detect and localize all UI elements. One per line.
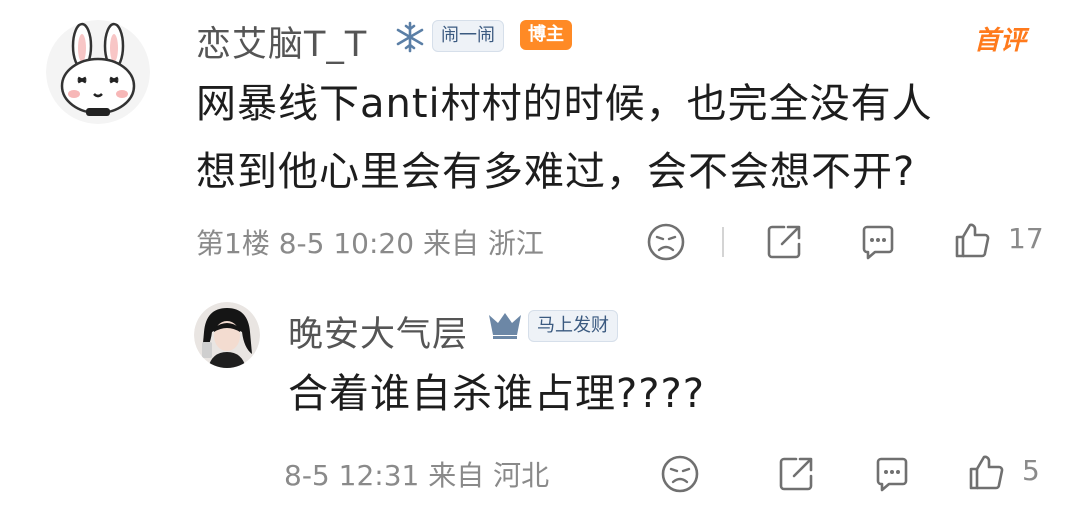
first-comment-label: 首评 xyxy=(974,26,1027,56)
timestamp: 8-5 10:20 xyxy=(278,227,415,260)
comment-line-1: 网暴线下anti村村的时候，也完全没有人 xyxy=(196,81,933,127)
location: 来自 浙江 xyxy=(422,227,544,260)
author-badge: 博主 xyxy=(520,20,572,50)
comment-line-2: 想到他心里会有多难过，会不会想不开? xyxy=(196,149,916,195)
reply-emoji-reaction-icon[interactable] xyxy=(660,454,700,494)
like-icon[interactable] xyxy=(952,220,992,260)
comment-meta: 第1楼 8-5 10:20 来自 浙江 xyxy=(196,222,544,262)
reply-badge[interactable]: 马上发财 xyxy=(528,310,618,342)
emoji-reaction-icon[interactable] xyxy=(646,222,686,262)
reply-username[interactable]: 晚安大气层 xyxy=(288,306,468,357)
reply-timestamp: 8-5 12:31 xyxy=(284,459,420,492)
fan-badge[interactable]: 闹一闹 xyxy=(432,20,504,52)
member-badge-icon xyxy=(486,309,524,341)
comment-icon[interactable] xyxy=(858,222,898,262)
reply-location: 来自 河北 xyxy=(428,459,550,492)
reply-share-icon[interactable] xyxy=(776,454,816,494)
avatar[interactable] xyxy=(46,20,150,124)
like-count: 17 xyxy=(1008,222,1044,255)
comment-text: 网暴线下anti村村的时候，也完全没有人 想到他心里会有多难过，会不会想不开? xyxy=(196,70,1056,206)
reply-meta: 8-5 12:31 来自 河北 xyxy=(284,454,549,494)
reply-avatar[interactable] xyxy=(194,302,260,368)
snowflake-icon xyxy=(393,20,427,54)
floor-number: 第1楼 xyxy=(196,227,270,260)
reply-comment-icon[interactable] xyxy=(872,454,912,494)
username[interactable]: 恋艾脑T_T xyxy=(196,16,367,67)
reply-text: 合着谁自杀谁占理???? xyxy=(288,371,705,417)
share-icon[interactable] xyxy=(764,222,804,262)
divider xyxy=(722,227,724,257)
reply-like-count: 5 xyxy=(1022,454,1040,487)
reply-like-icon[interactable] xyxy=(966,452,1006,492)
